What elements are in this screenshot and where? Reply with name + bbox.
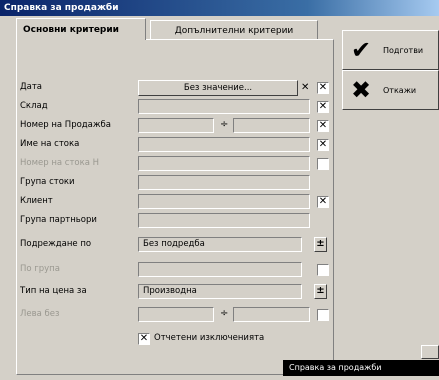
cross-icon: ✖ [351,76,372,104]
taskbar-grip[interactable] [421,345,439,359]
cancel-button-label: Откажи [383,86,417,95]
ok-button[interactable]: ✔ Подготви [342,30,439,70]
range-separator: ÷ [220,119,229,130]
window-title: Справка за продажби [0,0,439,16]
price-type-select[interactable]: Производна [138,284,302,299]
tab-additional-criteria[interactable]: Допълнителни критерии [150,20,318,40]
subtotal-checkbox[interactable] [317,264,329,276]
sale-number-label: Номер на Продажба [20,120,111,130]
tab-main-criteria[interactable]: Основни критерии [16,18,146,40]
item-name-label: Име на стока [20,139,80,149]
warehouse-label: Склад [20,101,48,111]
value-to-field[interactable] [233,307,310,322]
taskbar-tooltip: Справка за продажби [283,360,439,376]
item-group-field[interactable] [138,175,310,190]
value-checkbox[interactable] [317,309,329,321]
sale-number-from-field[interactable] [138,118,214,133]
price-type-label: Тип на цена за [20,286,87,296]
item-group-label: Група стоки [20,177,75,187]
client-field[interactable] [138,194,310,209]
cancel-button[interactable]: ✖ Откажи [342,70,439,110]
warehouse-field[interactable] [138,99,310,114]
item-name-field[interactable] [138,137,310,152]
date-label: Дата [20,82,43,92]
sort-spin-icon[interactable]: ± [314,237,327,252]
item-name-checkbox[interactable]: ✕ [317,139,329,151]
checkmark-icon: ✔ [351,36,372,64]
value-from-field[interactable] [138,307,214,322]
date-select-button[interactable]: Без значение... [138,80,298,96]
subtotal-field[interactable] [138,262,302,277]
sort-label: Подреждане по [20,239,92,249]
value-label: Лева без [20,309,60,319]
subtotal-label: По група [20,264,60,274]
price-type-spin-icon[interactable]: ± [314,284,327,299]
item-serial-field[interactable] [138,156,310,171]
partner-group-label: Група партньори [20,215,97,225]
show-records-checkbox[interactable]: ✕ [138,333,150,345]
value-range-separator: ÷ [220,308,229,319]
client-label: Клиент [20,196,53,206]
item-serial-checkbox[interactable] [317,158,329,170]
sale-number-checkbox[interactable]: ✕ [317,120,329,132]
sort-select[interactable]: Без подредба [138,237,302,252]
client-checkbox[interactable]: ✕ [317,196,329,208]
warehouse-checkbox[interactable]: ✕ [317,101,329,113]
date-checkbox[interactable]: ✕ [317,82,329,94]
partner-group-field[interactable] [138,213,310,228]
item-serial-label: Номер на стока Н [20,158,100,168]
clear-icon[interactable]: ✕ [301,82,309,93]
ok-button-label: Подготви [383,46,424,55]
show-records-label: Отчетени изключенията [154,333,265,343]
sale-number-to-field[interactable] [233,118,310,133]
